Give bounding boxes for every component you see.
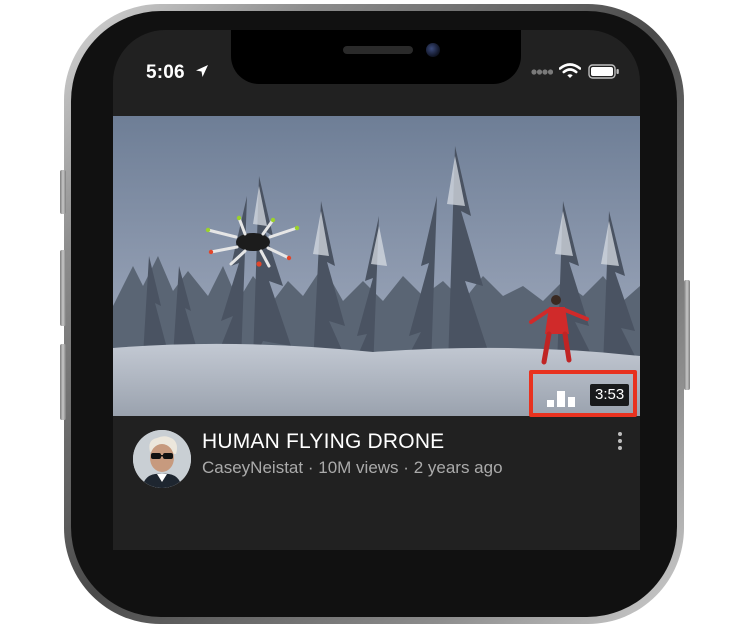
phone-screen: 5:06 3:53 HUMAN FLYING DRONE CaseyNeista… — [113, 30, 640, 550]
duration-badge: 3:53 — [590, 384, 630, 406]
wifi-icon — [559, 63, 581, 78]
video-title[interactable]: HUMAN FLYING DRONE — [202, 430, 444, 454]
battery-icon — [588, 64, 619, 79]
status-time: 5:06 — [146, 62, 185, 83]
phone-side-button — [60, 170, 66, 214]
view-count: 10M views — [318, 458, 399, 477]
upload-age: 2 years ago — [413, 458, 503, 477]
channel-avatar[interactable] — [133, 430, 191, 488]
phone-side-button — [60, 344, 66, 420]
cellular-signal-icon — [531, 69, 553, 75]
meta-separator: · — [403, 458, 409, 477]
channel-name[interactable]: CaseyNeistat — [202, 458, 303, 477]
more-vertical-icon[interactable] — [615, 432, 625, 454]
meta-separator: · — [307, 458, 314, 477]
notch — [231, 30, 521, 84]
location-arrow-icon — [196, 65, 208, 77]
front-camera — [426, 43, 440, 57]
phone-side-button — [684, 280, 690, 390]
phone-side-button — [60, 250, 66, 326]
bar-chart-icon — [547, 391, 575, 407]
video-meta-line: CaseyNeistat · 10M views · 2 years ago — [202, 458, 503, 478]
avatar-image — [133, 430, 191, 488]
speaker-grille — [343, 46, 413, 54]
